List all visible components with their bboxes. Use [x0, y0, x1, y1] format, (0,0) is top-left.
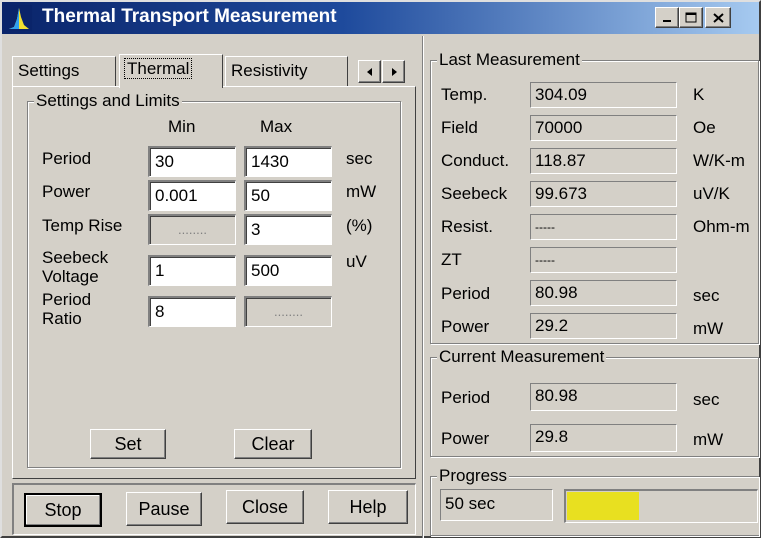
set-button[interactable]: Set	[90, 429, 166, 459]
settings-limits-group: Settings and Limits Min Max Period 30 14…	[27, 91, 401, 468]
tab-scroll-left-button[interactable]	[358, 60, 381, 83]
last-period-unit: sec	[693, 286, 720, 305]
seebeck-voltage-label-line1: Seebeck	[42, 248, 109, 267]
tab-label-thermal: Thermal	[123, 58, 193, 79]
window-title: Thermal Transport Measurement	[42, 6, 337, 27]
last-seebeck-label: Seebeck	[441, 184, 508, 203]
period-ratio-label-line2: Ratio	[42, 309, 82, 328]
last-resist-value: -----	[530, 214, 677, 240]
close-icon	[712, 12, 724, 23]
help-button[interactable]: Help	[328, 490, 408, 524]
last-power-label: Power	[441, 317, 490, 336]
temp-rise-unit: (%)	[346, 216, 373, 235]
period-ratio-label-line1: Period	[42, 290, 92, 309]
current-power-value: 29.8	[530, 424, 677, 452]
tab-scroll-right-button[interactable]	[382, 60, 405, 83]
minimize-button[interactable]	[655, 7, 679, 28]
last-resist-label: Resist.	[441, 217, 493, 236]
last-conduct-unit: W/K-m	[693, 151, 745, 170]
last-power-unit: mW	[693, 319, 724, 338]
current-measurement-title: Current Measurement	[437, 347, 607, 367]
pane-divider	[422, 36, 424, 538]
last-field-unit: Oe	[693, 118, 716, 137]
tab-label-settings: Settings	[18, 61, 80, 80]
last-zt-label: ZT	[441, 250, 462, 269]
progress-bar-fill	[567, 492, 639, 520]
temp-rise-min-input: ........	[148, 214, 236, 245]
seebeck-voltage-min-input[interactable]: 1	[148, 255, 236, 286]
current-power-label: Power	[441, 429, 490, 448]
title-bar[interactable]: Thermal Transport Measurement	[2, 2, 759, 34]
seebeck-voltage-unit: uV	[346, 252, 367, 271]
arrow-right-icon	[391, 67, 397, 76]
tab-resistivity[interactable]: Resistivity	[225, 56, 348, 86]
period-unit: sec	[346, 149, 373, 168]
period-max-input[interactable]: 1430	[244, 146, 332, 177]
power-unit: mW	[346, 182, 377, 201]
last-conduct-label: Conduct.	[441, 151, 510, 170]
seebeck-voltage-max-input[interactable]: 500	[244, 255, 332, 286]
last-resist-unit: Ohm-m	[693, 217, 750, 236]
progress-group: Progress 50 sec	[430, 466, 759, 536]
app-icon	[6, 5, 32, 31]
last-temp-label: Temp.	[441, 85, 488, 104]
tab-label-resistivity: Resistivity	[231, 61, 308, 80]
current-period-value: 80.98	[530, 383, 677, 411]
current-measurement-group: Current Measurement Period 80.98 sec Pow…	[430, 347, 759, 457]
maximize-button[interactable]	[679, 7, 703, 28]
arrow-left-icon	[366, 67, 372, 76]
power-max-input[interactable]: 50	[244, 180, 332, 211]
progress-time-value: 50 sec	[440, 489, 553, 521]
last-conduct-value: 118.87	[530, 148, 677, 174]
power-label: Power	[42, 182, 91, 201]
last-period-value: 80.98	[530, 280, 677, 306]
close-button[interactable]: Close	[226, 490, 304, 524]
column-max-header: Max	[260, 117, 293, 136]
tab-strip: Settings Thermal Resistivity	[12, 54, 420, 88]
clear-button[interactable]: Clear	[234, 429, 312, 459]
period-ratio-max-input: ........	[244, 296, 332, 327]
period-label: Period	[42, 149, 92, 168]
progress-bar	[564, 489, 758, 523]
last-zt-value: -----	[530, 247, 677, 273]
close-window-button[interactable]	[705, 7, 731, 28]
period-ratio-min-input[interactable]: 8	[148, 296, 236, 327]
period-min-input[interactable]: 30	[148, 146, 236, 177]
tab-thermal[interactable]: Thermal	[119, 54, 223, 88]
power-min-input[interactable]: 0.001	[148, 180, 236, 211]
last-measurement-title: Last Measurement	[437, 50, 582, 70]
last-measurement-group: Last Measurement Temp. 304.09 K Field 70…	[430, 50, 759, 344]
current-power-unit: mW	[693, 430, 724, 449]
temp-rise-label: Temp Rise	[42, 216, 123, 235]
last-period-label: Period	[441, 284, 491, 303]
seebeck-voltage-label-line2: Voltage	[42, 267, 99, 286]
maximize-icon	[685, 12, 697, 23]
settings-limits-title: Settings and Limits	[34, 91, 182, 111]
last-temp-unit: K	[693, 85, 705, 104]
last-seebeck-value: 99.673	[530, 181, 677, 207]
app-window: Thermal Transport Measurement Settings T…	[0, 0, 761, 538]
pause-button[interactable]: Pause	[126, 492, 202, 526]
progress-title: Progress	[437, 466, 510, 486]
current-period-label: Period	[441, 388, 491, 407]
minimize-icon	[663, 19, 671, 22]
last-power-value: 29.2	[530, 313, 677, 339]
last-field-value: 70000	[530, 115, 677, 141]
column-min-header: Min	[168, 117, 196, 136]
last-temp-value: 304.09	[530, 82, 677, 108]
temp-rise-max-input[interactable]: 3	[244, 214, 332, 245]
tab-settings[interactable]: Settings	[12, 56, 116, 86]
current-period-unit: sec	[693, 390, 720, 409]
last-field-label: Field	[441, 118, 478, 137]
stop-button[interactable]: Stop	[24, 493, 102, 527]
tab-page-thermal: Settings and Limits Min Max Period 30 14…	[12, 86, 416, 479]
last-seebeck-unit: uV/K	[693, 184, 730, 203]
